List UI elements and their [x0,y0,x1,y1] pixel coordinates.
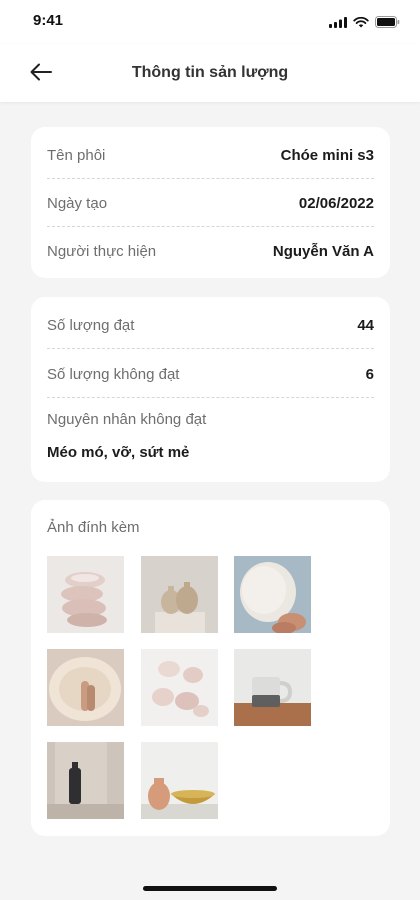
status-time: 9:41 [33,12,64,29]
attachments-card: Ảnh đính kèm [31,500,390,836]
page-title: Thông tin sản lượng [131,64,289,81]
attachments-label: Ảnh đính kèm [47,519,140,536]
vases-on-plinth-photo[interactable] [141,556,218,633]
blank-name-row: Tên phôi Chóe mini s3 [47,143,374,167]
shaping-plate-photo[interactable] [47,649,124,726]
passed-quantity-label: Số lượng đạt [47,316,135,334]
dark-vase-niche-photo[interactable] [47,742,124,819]
scattered-cups-photo[interactable] [141,649,218,726]
status-bar: 9:41 [0,0,420,44]
divider [47,178,374,179]
performer-label: Người thực hiện [47,242,157,260]
app-header: Thông tin sản lượng [0,44,420,102]
hands-shaping-vase-photo[interactable] [234,556,311,633]
performer-row: Người thực hiện Nguyễn Văn A [47,239,374,263]
divider [47,226,374,227]
quantity-card: Số lượng đạt 44 Số lượng không đạt 6 Ngu… [31,297,390,482]
passed-quantity-value: 44 [357,316,374,334]
created-date-value: 02/06/2022 [298,194,374,212]
failed-quantity-row: Số lượng không đạt 6 [47,362,374,386]
status-icons [329,15,400,33]
home-indicator [143,886,277,891]
divider [47,397,374,398]
info-card: Tên phôi Chóe mini s3 Ngày tạo 02/06/202… [31,127,390,278]
battery-icon [375,15,400,33]
stacked-cups-photo[interactable] [47,556,124,633]
created-date-row: Ngày tạo 02/06/2022 [47,191,374,215]
divider [47,348,374,349]
failed-quantity-label: Số lượng không đạt [47,365,180,383]
signal-icon [329,15,347,33]
failure-reason-label: Nguyên nhân không đạt [47,411,207,428]
pot-and-bowl-photo[interactable] [141,742,218,819]
mug-on-table-photo[interactable] [234,649,311,726]
failed-quantity-value: 6 [365,365,374,383]
passed-quantity-row: Số lượng đạt 44 [47,313,374,337]
failure-reason-value: Méo mó, vỡ, sứt mẻ [47,444,190,461]
created-date-label: Ngày tạo [47,194,108,212]
blank-name-value: Chóe mini s3 [280,146,374,164]
performer-value: Nguyễn Văn A [272,242,374,260]
wifi-icon [353,15,369,33]
blank-name-label: Tên phôi [47,146,106,164]
